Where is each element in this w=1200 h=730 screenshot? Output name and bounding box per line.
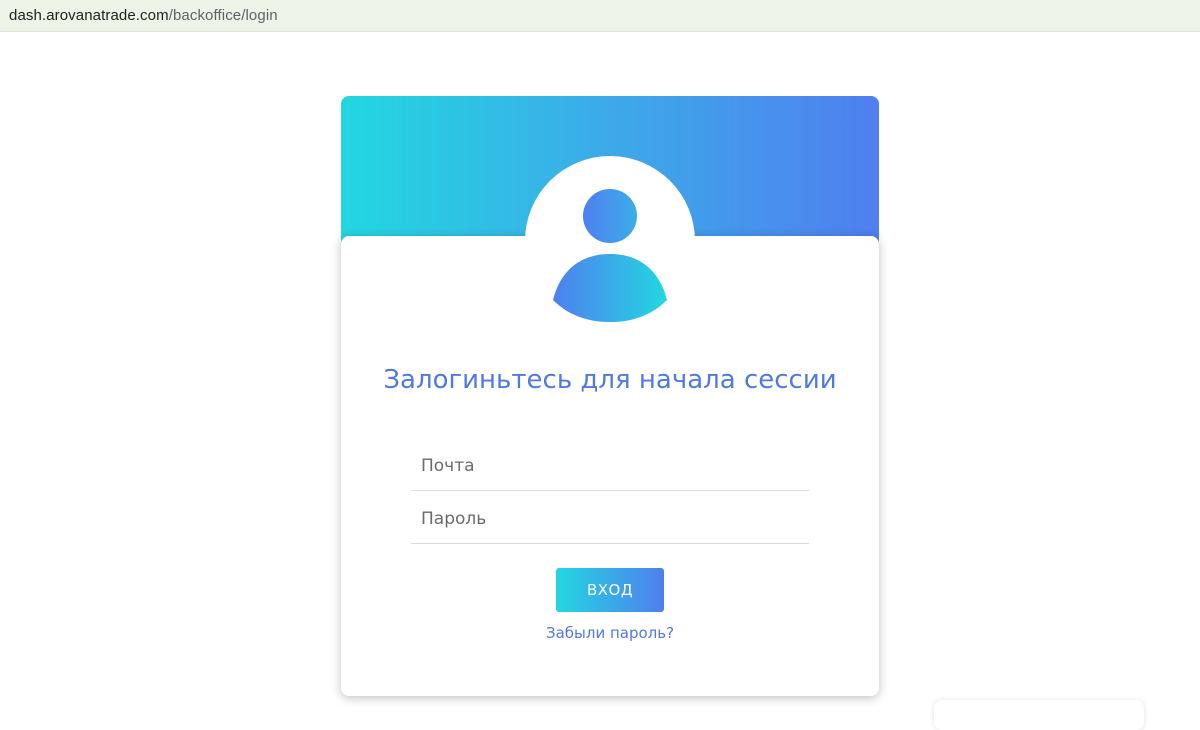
url-path: /backoffice/login xyxy=(168,7,278,24)
email-input[interactable] xyxy=(411,443,809,489)
browser-address-bar[interactable]: dash.arovanatrade.com/backoffice/login xyxy=(0,0,1200,32)
url-host: dash.arovanatrade.com xyxy=(9,7,169,24)
user-avatar-icon xyxy=(553,189,667,322)
login-title: Залогиньтесь для начала сессии xyxy=(383,365,837,395)
login-card: Залогиньтесь для начала сессии ВХОД Забы… xyxy=(341,96,879,696)
password-input[interactable] xyxy=(411,496,809,542)
forgot-password-link[interactable]: Забыли пароль? xyxy=(341,624,879,642)
password-field[interactable] xyxy=(411,496,809,544)
login-button[interactable]: ВХОД xyxy=(556,568,664,612)
address-url[interactable]: dash.arovanatrade.com/backoffice/login xyxy=(9,7,278,24)
corner-widget[interactable] xyxy=(934,700,1144,730)
email-field[interactable] xyxy=(411,443,809,491)
